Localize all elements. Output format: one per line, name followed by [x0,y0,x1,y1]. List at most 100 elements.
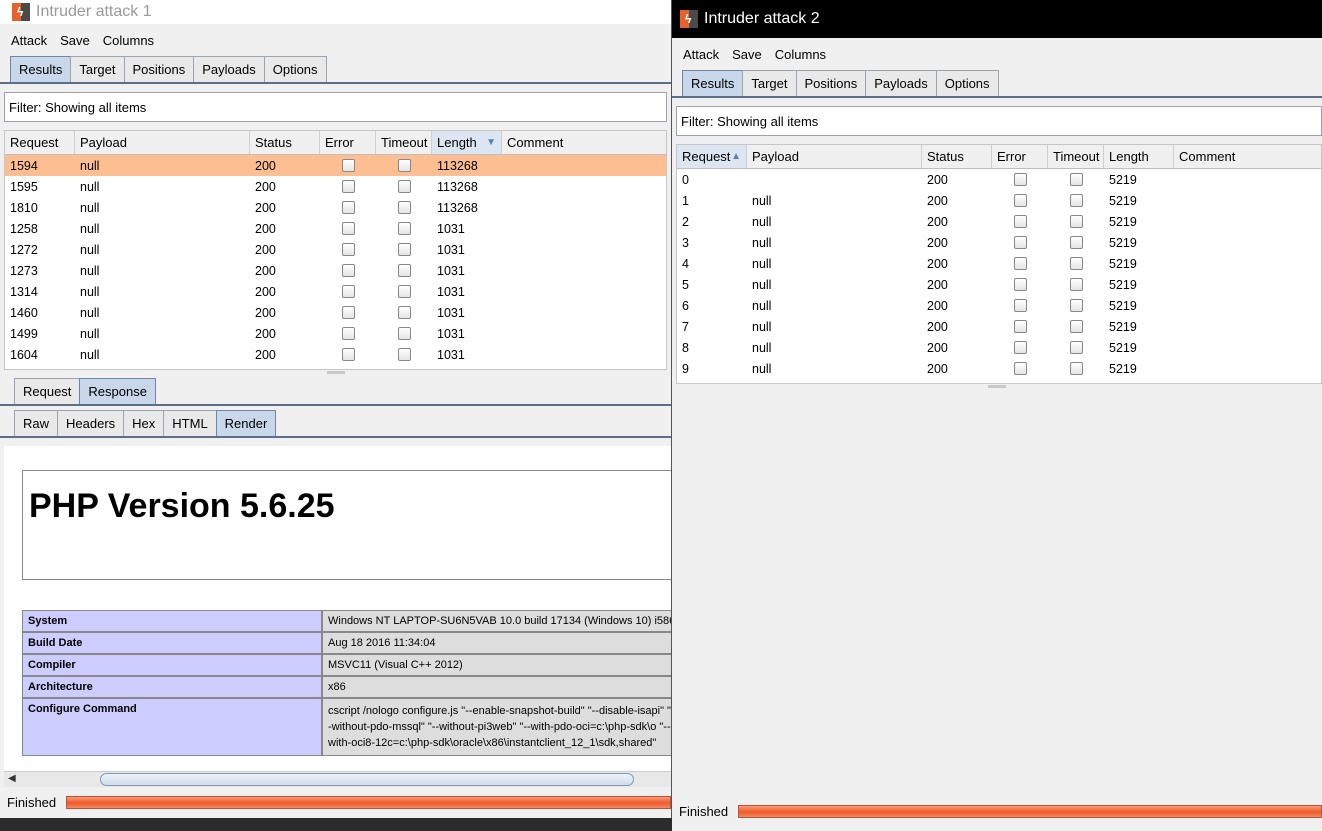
table-row[interactable]: 0 200 5219 [677,169,1321,190]
timeout-checkbox[interactable] [397,180,411,193]
timeout-checkbox[interactable] [397,243,411,256]
timeout-checkbox[interactable] [1069,257,1083,270]
menu-columns[interactable]: Columns [101,31,156,50]
table-row[interactable]: 6 null 200 5219 [677,295,1321,316]
filter-bar[interactable]: Filter: Showing all items [4,92,667,122]
table-row[interactable]: 1460 null 200 1031 [5,302,666,323]
error-checkbox[interactable] [1013,257,1027,270]
tab-target[interactable]: Target [70,56,125,82]
tab-positions[interactable]: Positions [795,70,867,96]
column-header-timeout[interactable]: Timeout [376,131,432,154]
column-header-error[interactable]: Error [320,131,376,154]
error-checkbox[interactable] [341,180,355,193]
error-checkbox[interactable] [341,327,355,340]
table-row[interactable]: 1595 null 200 113268 [5,176,666,197]
timeout-checkbox[interactable] [397,306,411,319]
tab-payloads[interactable]: Payloads [193,56,265,82]
error-checkbox[interactable] [341,285,355,298]
table-row[interactable]: 7 null 200 5219 [677,316,1321,337]
column-header-payload[interactable]: Payload [75,131,250,154]
column-header-comment[interactable]: Comment [1174,145,1321,168]
column-header-request[interactable]: Request [5,131,75,154]
table-row[interactable]: 1314 null 200 1031 [5,281,666,302]
table-row[interactable]: 4 null 200 5219 [677,253,1321,274]
error-checkbox[interactable] [1013,362,1027,375]
error-checkbox[interactable] [341,201,355,214]
timeout-checkbox[interactable] [397,201,411,214]
tab-target[interactable]: Target [742,70,797,96]
error-checkbox[interactable] [1013,215,1027,228]
menu-attack[interactable]: Attack [681,45,721,64]
table-row[interactable]: 8 null 200 5219 [677,337,1321,358]
window-1-titlebar[interactable]: ϟ Intruder attack 1 [0,0,671,24]
tab-hex[interactable]: Hex [123,410,165,436]
tab-html[interactable]: HTML [163,410,217,436]
error-checkbox[interactable] [1013,236,1027,249]
tab-positions[interactable]: Positions [123,56,195,82]
horizontal-splitter[interactable] [0,370,671,376]
timeout-checkbox[interactable] [1069,278,1083,291]
scrollbar-thumb[interactable] [100,773,634,786]
table-row[interactable]: 1273 null 200 1031 [5,260,666,281]
menu-attack[interactable]: Attack [9,31,49,50]
timeout-checkbox[interactable] [397,327,411,340]
error-checkbox[interactable] [1013,278,1027,291]
tab-payloads[interactable]: Payloads [865,70,937,96]
table-row[interactable]: 1810 null 200 113268 [5,197,666,218]
tab-options[interactable]: Options [263,56,327,82]
timeout-checkbox[interactable] [397,264,411,277]
scroll-left-icon[interactable]: ◀ [8,773,16,784]
error-checkbox[interactable] [341,222,355,235]
error-checkbox[interactable] [341,243,355,256]
timeout-checkbox[interactable] [1069,194,1083,207]
timeout-checkbox[interactable] [1069,173,1083,186]
error-checkbox[interactable] [1013,341,1027,354]
table-row[interactable]: 2 null 200 5219 [677,211,1321,232]
column-header-error[interactable]: Error [992,145,1048,168]
error-checkbox[interactable] [1013,194,1027,207]
filter-bar[interactable]: Filter: Showing all items [676,106,1322,136]
column-header-status[interactable]: Status [250,131,320,154]
window-2-titlebar[interactable]: ϟ Intruder attack 2 [672,0,1322,38]
tab-response[interactable]: Response [79,378,156,404]
column-header-status[interactable]: Status [922,145,992,168]
table-row[interactable]: 1594 null 200 113268 [5,155,666,176]
tab-results[interactable]: Results [682,70,744,96]
column-header-length[interactable]: Length ▼ [432,131,502,154]
menu-save[interactable]: Save [730,45,764,64]
error-checkbox[interactable] [1013,299,1027,312]
timeout-checkbox[interactable] [397,348,411,361]
timeout-checkbox[interactable] [1069,320,1083,333]
horizontal-splitter[interactable] [672,384,1322,390]
table-row[interactable]: 3 null 200 5219 [677,232,1321,253]
column-header-request[interactable]: Request ▲ [677,145,747,168]
tab-render[interactable]: Render [215,410,277,436]
timeout-checkbox[interactable] [397,285,411,298]
timeout-checkbox[interactable] [1069,362,1083,375]
table-row[interactable]: 1604 null 200 1031 [5,344,666,365]
tab-headers[interactable]: Headers [57,410,125,436]
table-row[interactable]: 1499 null 200 1031 [5,323,666,344]
menu-save[interactable]: Save [58,31,92,50]
tab-raw[interactable]: Raw [14,410,59,436]
table-row[interactable]: 1272 null 200 1031 [5,239,666,260]
tab-results[interactable]: Results [10,56,72,82]
column-header-comment[interactable]: Comment [502,131,666,154]
column-header-timeout[interactable]: Timeout [1048,145,1104,168]
timeout-checkbox[interactable] [397,159,411,172]
timeout-checkbox[interactable] [1069,215,1083,228]
timeout-checkbox[interactable] [1069,236,1083,249]
table-row[interactable]: 5 null 200 5219 [677,274,1321,295]
table-row[interactable]: 1258 null 200 1031 [5,218,666,239]
horizontal-scrollbar[interactable]: ◀ [4,771,671,787]
error-checkbox[interactable] [341,264,355,277]
table-row[interactable]: 9 null 200 5219 [677,358,1321,379]
tab-options[interactable]: Options [935,70,999,96]
menu-columns[interactable]: Columns [773,45,828,64]
timeout-checkbox[interactable] [1069,299,1083,312]
error-checkbox[interactable] [1013,173,1027,186]
timeout-checkbox[interactable] [1069,341,1083,354]
error-checkbox[interactable] [341,306,355,319]
error-checkbox[interactable] [341,159,355,172]
column-header-length[interactable]: Length [1104,145,1174,168]
